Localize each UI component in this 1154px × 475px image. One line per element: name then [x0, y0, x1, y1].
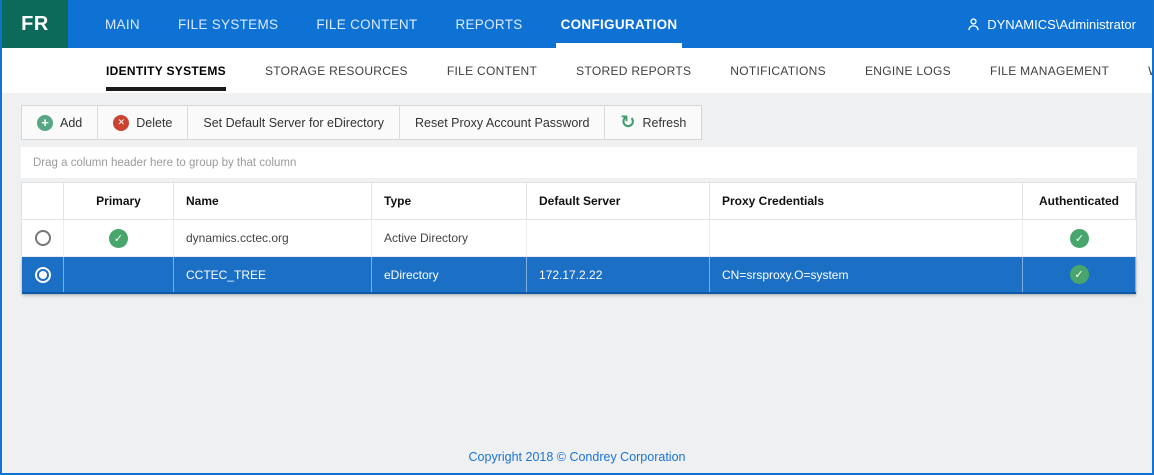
grid-header-row: Primary Name Type Default Server Proxy C…: [22, 183, 1136, 220]
proxy-credentials-cell: CN=srsproxy.O=system: [710, 257, 1023, 292]
authenticated-cell: ✓: [1023, 257, 1136, 292]
nav-item-configuration[interactable]: CONFIGURATION: [542, 0, 697, 48]
top-navigation-bar: FR MAIN FILE SYSTEMS FILE CONTENT REPORT…: [2, 0, 1152, 48]
delete-icon: ✕: [113, 115, 129, 131]
column-header-selector[interactable]: [22, 183, 64, 220]
row-selector-cell[interactable]: [22, 220, 64, 256]
user-name: DYNAMICS\Administrator: [987, 17, 1136, 32]
refresh-button[interactable]: ↻ Refresh: [605, 106, 701, 139]
tab-file-management[interactable]: FILE MANAGEMENT: [990, 48, 1109, 93]
nav-item-main[interactable]: MAIN: [86, 0, 159, 48]
add-icon: +: [37, 115, 53, 131]
check-icon: ✓: [1070, 265, 1089, 284]
reset-proxy-password-button[interactable]: Reset Proxy Account Password: [400, 106, 605, 139]
tab-stored-reports[interactable]: STORED REPORTS: [576, 48, 691, 93]
reset-proxy-password-label: Reset Proxy Account Password: [415, 116, 589, 130]
column-header-authenticated[interactable]: Authenticated: [1023, 183, 1136, 220]
copyright-footer: Copyright 2018 © Condrey Corporation: [2, 450, 1152, 464]
main-menu: MAIN FILE SYSTEMS FILE CONTENT REPORTS C…: [86, 0, 696, 48]
column-header-primary[interactable]: Primary: [64, 183, 174, 220]
default-server-cell: 172.17.2.22: [527, 257, 710, 292]
type-cell: eDirectory: [372, 257, 527, 292]
nav-item-file-content[interactable]: FILE CONTENT: [297, 0, 436, 48]
toolbar: + Add ✕ Delete Set Default Server for eD…: [21, 105, 702, 140]
name-cell: CCTEC_TREE: [174, 257, 372, 292]
table-row-cctec-tree[interactable]: CCTEC_TREE eDirectory 172.17.2.22 CN=srs…: [22, 257, 1136, 294]
type-cell: Active Directory: [372, 220, 527, 256]
nav-item-file-systems[interactable]: FILE SYSTEMS: [159, 0, 297, 48]
tab-notifications[interactable]: NOTIFICATIONS: [730, 48, 826, 93]
identity-systems-panel: + Add ✕ Delete Set Default Server for eD…: [2, 93, 1152, 473]
column-header-name[interactable]: Name: [174, 183, 372, 220]
tab-identity-systems[interactable]: IDENTITY SYSTEMS: [106, 48, 226, 93]
column-header-type[interactable]: Type: [372, 183, 527, 220]
add-button-label: Add: [60, 116, 82, 130]
topbar-spacer: [696, 0, 966, 48]
delete-button[interactable]: ✕ Delete: [98, 106, 188, 139]
file-reporter-window: FR MAIN FILE SYSTEMS FILE CONTENT REPORT…: [0, 0, 1154, 475]
user-menu[interactable]: DYNAMICS\Administrator: [966, 0, 1136, 48]
primary-cell: ✓: [64, 220, 174, 256]
tab-engine-logs[interactable]: ENGINE LOGS: [865, 48, 951, 93]
column-header-proxy-credentials[interactable]: Proxy Credentials: [710, 183, 1023, 220]
identity-systems-grid: Primary Name Type Default Server Proxy C…: [21, 182, 1137, 295]
tab-storage-resources[interactable]: STORAGE RESOURCES: [265, 48, 408, 93]
configuration-tab-bar: IDENTITY SYSTEMS STORAGE RESOURCES FILE …: [2, 48, 1152, 93]
primary-cell: [64, 257, 174, 292]
tab-web-application[interactable]: WEB APPLICATION: [1148, 48, 1154, 93]
check-icon: ✓: [1070, 229, 1089, 248]
authenticated-cell: ✓: [1023, 220, 1136, 256]
add-button[interactable]: + Add: [22, 106, 98, 139]
set-default-server-button[interactable]: Set Default Server for eDirectory: [188, 106, 400, 139]
refresh-icon: ↻: [620, 114, 635, 130]
nav-item-reports[interactable]: REPORTS: [436, 0, 541, 48]
default-server-cell: [527, 220, 710, 256]
group-by-drop-zone[interactable]: Drag a column header here to group by th…: [21, 147, 1137, 178]
name-cell: dynamics.cctec.org: [174, 220, 372, 256]
radio-unselected[interactable]: [35, 230, 51, 246]
refresh-button-label: Refresh: [643, 116, 687, 130]
user-icon: [966, 17, 981, 32]
radio-selected[interactable]: [35, 267, 51, 283]
set-default-server-label: Set Default Server for eDirectory: [203, 116, 384, 130]
row-selector-cell[interactable]: [22, 257, 64, 292]
proxy-credentials-cell: [710, 220, 1023, 256]
app-logo: FR: [2, 0, 68, 48]
delete-button-label: Delete: [136, 116, 172, 130]
check-icon: ✓: [109, 229, 128, 248]
table-row-dynamics[interactable]: ✓ dynamics.cctec.org Active Directory ✓: [22, 220, 1136, 257]
column-header-default-server[interactable]: Default Server: [527, 183, 710, 220]
tab-file-content[interactable]: FILE CONTENT: [447, 48, 537, 93]
